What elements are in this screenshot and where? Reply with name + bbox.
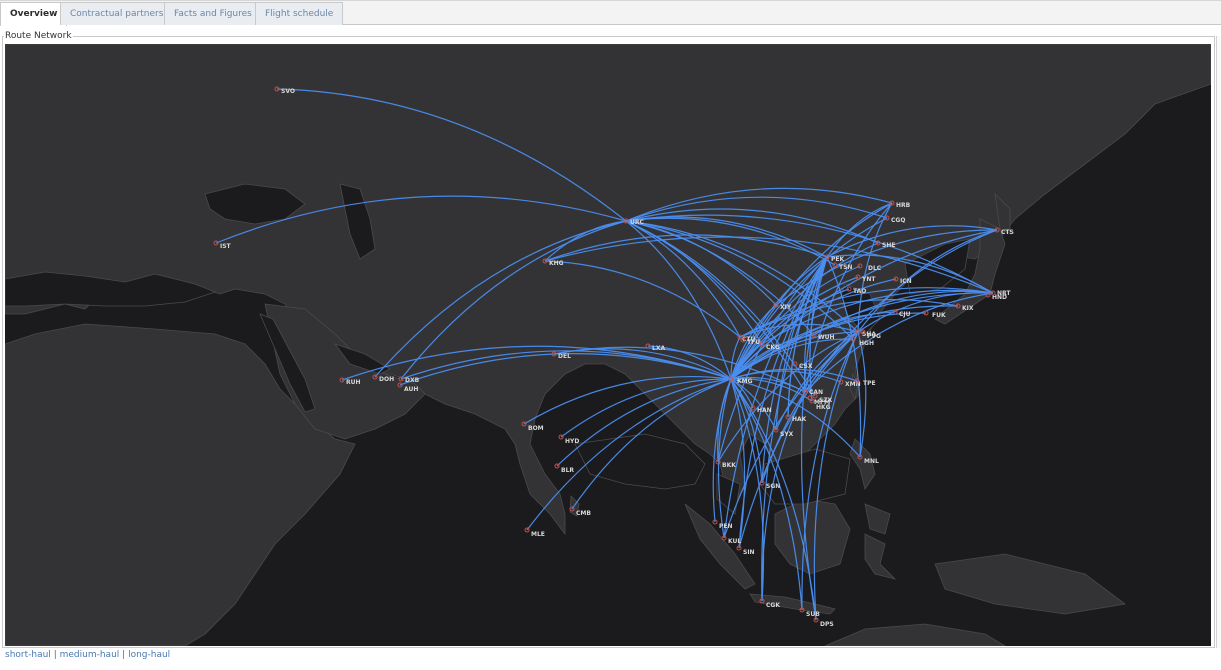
airport-label-icn: ICN	[900, 278, 912, 285]
airport-label-cju: CJU	[899, 311, 911, 318]
airport-label-pen: PEN	[719, 523, 733, 530]
airport-label-ckg: CKG	[766, 344, 780, 351]
short-haul-link[interactable]: short-haul	[5, 650, 51, 660]
tab-bar: Overview Contractual partners Facts and …	[0, 0, 1221, 26]
airport-label-hkg: HKG	[816, 404, 831, 411]
airport-label-hgh: HGH	[859, 340, 874, 347]
airport-label-han: HAN	[757, 407, 772, 414]
tab-overview[interactable]: Overview	[0, 2, 68, 26]
airport-label-urc: URC	[630, 219, 644, 226]
airport-label-xiy: XIY	[780, 304, 792, 311]
tab-flight-schedule[interactable]: Flight schedule	[255, 2, 344, 25]
airport-label-hak: HAK	[792, 416, 807, 423]
airport-label-tpe: TPE	[863, 380, 876, 387]
airport-label-dxb: DXB	[405, 377, 420, 384]
airport-label-blr: BLR	[561, 467, 574, 474]
airport-label-khg: KHG	[549, 260, 564, 267]
airport-label-csx: CSX	[799, 363, 813, 370]
airport-label-syx: SYX	[780, 431, 794, 438]
airport-label-fuk: FUK	[932, 312, 946, 319]
airport-label-cts: CTS	[1001, 229, 1014, 236]
airport-label-wuh: WUH	[818, 334, 835, 341]
airport-label-sin: SIN	[743, 549, 755, 556]
airport-label-sgn: SGN	[766, 483, 780, 490]
airport-label-kix: KIX	[962, 305, 974, 312]
tab-contractual-partners[interactable]: Contractual partners	[60, 2, 174, 25]
airport-label-kmg: KMG	[737, 378, 753, 385]
airport-label-dps: DPS	[820, 621, 834, 628]
route-map-svg[interactable]: SVO IST URC KHG RUH DOH DXB AUH DEL LXA BOM HYD BLR C…	[4, 43, 1212, 647]
long-haul-link[interactable]: long-haul	[128, 650, 170, 660]
airport-label-svo: SVO	[281, 88, 295, 95]
airport-label-tsn: TSN	[839, 264, 852, 271]
route-map[interactable]: SVO IST URC KHG RUH DOH DXB AUH DEL LXA BOM HYD BLR C…	[4, 43, 1212, 647]
haul-filter-links: short-haul | medium-haul | long-haul	[5, 650, 170, 660]
airport-label-pvg: PVG	[867, 333, 881, 340]
airport-label-mle: MLE	[531, 531, 545, 538]
airport-label-ist: IST	[220, 243, 232, 250]
airport-label-sub: SUB	[806, 611, 820, 618]
airport-label-bkk: BKK	[722, 462, 736, 469]
airport-label-cgq: CGQ	[891, 217, 905, 224]
airport-label-pek: PEK	[831, 256, 844, 263]
airport-label-del: DEL	[558, 353, 571, 360]
airport-label-ruh: RUH	[346, 379, 361, 386]
medium-haul-link[interactable]: medium-haul	[60, 650, 120, 660]
airport-label-nrt: NRT	[997, 290, 1011, 297]
airport-label-she: SHE	[882, 242, 895, 249]
airport-label-can: CAN	[809, 389, 823, 396]
airport-label-cgk: CGK	[766, 602, 780, 609]
airport-label-szx: SZX	[819, 397, 833, 404]
side-scrollbar[interactable]	[1216, 36, 1221, 648]
airport-label-hyd: HYD	[565, 438, 579, 445]
airport-label-tfu: TFU	[747, 339, 760, 346]
airport-label-cmb: CMB	[576, 510, 591, 517]
tab-facts-and-figures[interactable]: Facts and Figures	[164, 2, 262, 25]
airport-label-ynt: YNT	[861, 276, 876, 283]
airport-label-mnl: MNL	[864, 458, 879, 465]
airport-label-auh: AUH	[404, 386, 418, 393]
route-network-title: Route Network	[4, 31, 73, 41]
airport-label-kul: KUL	[728, 538, 741, 545]
airport-label-dlc: DLC	[868, 265, 882, 272]
airport-label-lxa: LXA	[652, 345, 665, 352]
airport-label-hrb: HRB	[896, 202, 911, 209]
separator: |	[53, 650, 57, 660]
airport-label-bom: BOM	[528, 425, 544, 432]
airport-label-tao: TAO	[853, 288, 866, 295]
separator: |	[122, 650, 126, 660]
airport-label-doh: DOH	[379, 376, 394, 383]
